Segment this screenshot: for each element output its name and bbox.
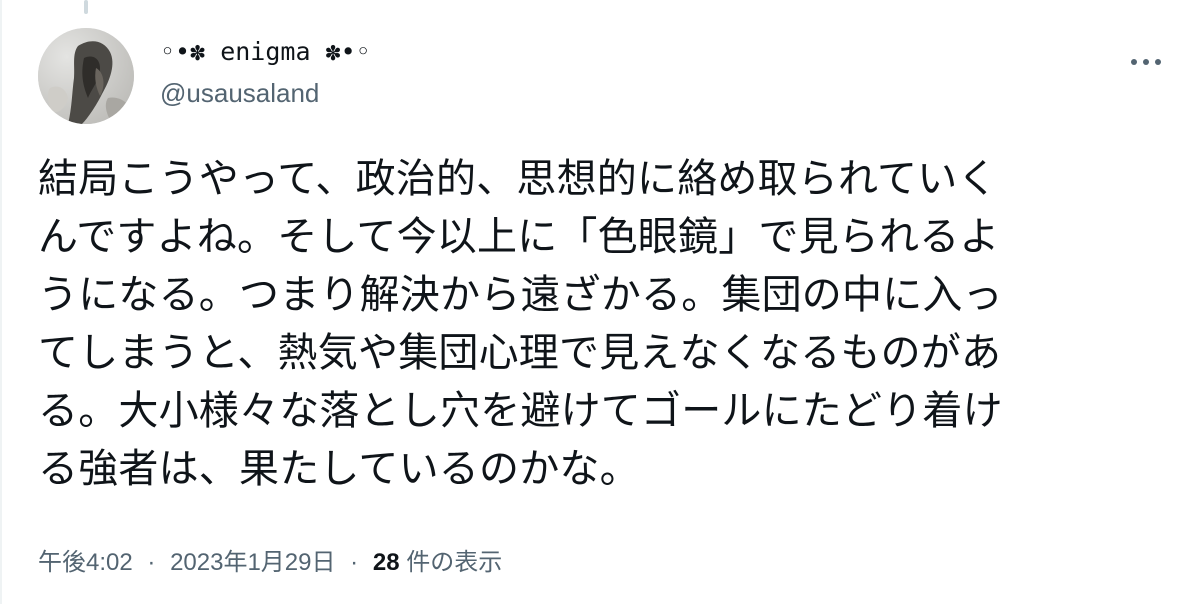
views-label: 件の表示 [399,549,503,576]
meta-separator: · [350,549,359,576]
tweet-text-line: んですよね。そして今以上に「色眼鏡」で見られるよ [38,214,1000,260]
tweet-text-line: る強者は、果たしているのかな。 [38,446,640,492]
tweet-text-line: うになる。つまり解決から遠ざかる。集団の中に入っ [38,272,1003,318]
profile-photo-icon [38,28,134,124]
tweet-text: 結局こうやって、政治的、思想的に絡め取られていく んですよね。そして今以上に「色… [38,150,1168,498]
user-handle[interactable]: @usausaland [160,76,371,110]
tweet-detail: ◦•✽ enigma ✽•◦ @usausaland 結局こうやって、政治的、思… [0,0,1196,604]
tweet-text-line: 結局こうやって、政治的、思想的に絡め取られていく [38,156,998,202]
tweet-text-line: る。大小様々な落とし穴を避けてゴールにたどり着け [38,388,1003,434]
tweet-time[interactable]: 午後4:02 [38,549,133,576]
more-horizontal-icon [1131,59,1161,65]
tweet-header: ◦•✽ enigma ✽•◦ @usausaland [38,28,1168,124]
more-options-button[interactable] [1124,44,1168,80]
meta-separator: · [147,549,156,576]
tweet-date[interactable]: 2023年1月29日 [170,549,335,576]
thread-connector-line [84,0,88,14]
author-names: ◦•✽ enigma ✽•◦ @usausaland [160,34,371,110]
display-name[interactable]: ◦•✽ enigma ✽•◦ [160,34,371,70]
left-border [0,0,2,604]
tweet-metadata: 午後4:02 · 2023年1月29日 · 28 件の表示 [38,546,502,580]
avatar[interactable] [38,28,134,124]
tweet-text-line: てしまうと、熱気や集団心理で見えなくなるものがあ [38,330,1002,376]
views-count: 28 [372,549,400,576]
